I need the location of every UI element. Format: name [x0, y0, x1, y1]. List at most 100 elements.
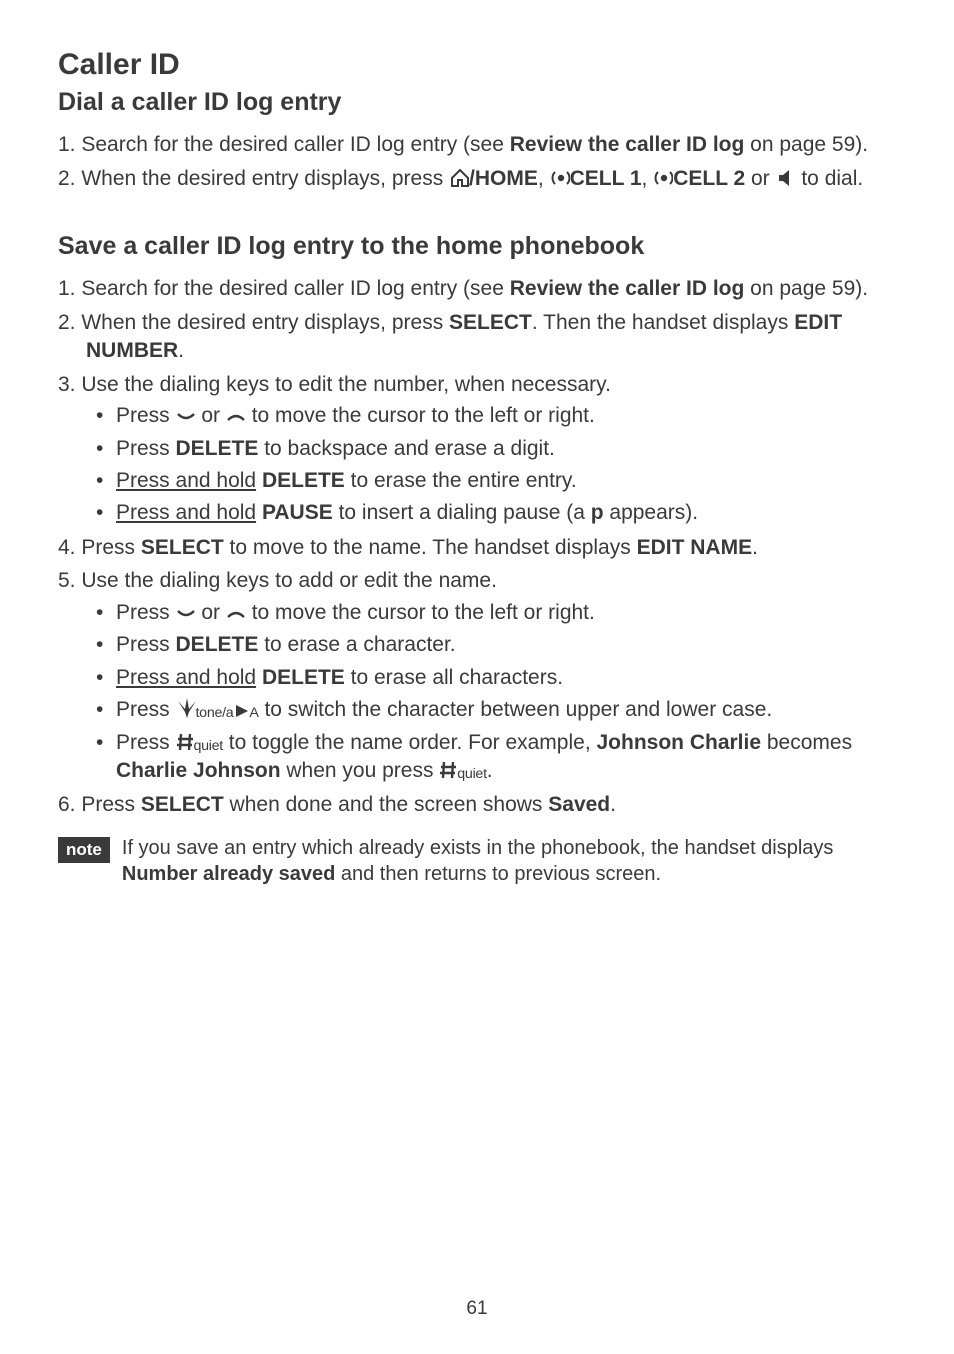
section2-heading: Save a caller ID log entry to the home p…	[58, 232, 896, 261]
list-item: 6. Press SELECT when done and the screen…	[58, 791, 896, 819]
text: When the desired entry displays, press	[81, 311, 449, 334]
list-item: 4. Press SELECT to move to the name. The…	[58, 534, 896, 562]
text: to move the cursor to the left or right.	[246, 404, 595, 427]
bold: DELETE	[262, 469, 345, 492]
list-item: 2. When the desired entry displays, pres…	[58, 165, 896, 193]
text: Search for the desired caller ID log ent…	[81, 133, 509, 156]
text: . Then the handset displays	[532, 311, 794, 334]
bold: Review the caller ID log	[510, 277, 745, 300]
text: Press	[81, 793, 141, 816]
text: Use the dialing keys to edit the number,…	[81, 373, 611, 396]
chevron-down-icon	[176, 410, 196, 424]
bold: PAUSE	[262, 501, 333, 524]
section2-list: 1. Search for the desired caller ID log …	[58, 275, 896, 818]
text: appears).	[604, 501, 699, 524]
item-number: 2.	[58, 167, 76, 190]
list-item: Press or to move the cursor to the left …	[86, 402, 896, 430]
bold: Saved	[548, 793, 610, 816]
list-item: Press or to move the cursor to the left …	[86, 599, 896, 627]
text: .	[610, 793, 616, 816]
section1-list: 1. Search for the desired caller ID log …	[58, 131, 896, 192]
text: If you save an entry which already exist…	[122, 837, 834, 859]
underline: Press and hold	[116, 469, 256, 492]
text: or	[196, 404, 226, 427]
list-item: 2. When the desired entry displays, pres…	[58, 309, 896, 364]
text: to erase the entire entry.	[345, 469, 577, 492]
speaker-icon	[776, 167, 796, 187]
text: on page 59).	[744, 277, 868, 300]
text: .	[752, 536, 758, 559]
text: to switch the character between upper an…	[259, 698, 773, 721]
bold: Charlie Johnson	[116, 759, 281, 782]
play-icon	[233, 702, 249, 718]
text: ,	[642, 167, 654, 190]
item-number: 5.	[58, 569, 76, 592]
text: Press	[116, 698, 176, 721]
list-item: 1. Search for the desired caller ID log …	[58, 131, 896, 159]
chevron-up-icon	[226, 410, 246, 424]
text: .	[487, 759, 493, 782]
page-number: 61	[0, 1298, 954, 1320]
text: to move the cursor to the left or right.	[246, 601, 595, 624]
page-title: Caller ID	[58, 48, 896, 82]
text: when you press	[281, 759, 440, 782]
subscript: A	[249, 705, 258, 721]
text: Press	[116, 633, 176, 656]
underline: Press and hold	[116, 501, 256, 524]
bold: Number already saved	[122, 863, 335, 885]
text: to erase all characters.	[345, 666, 563, 689]
text: ,	[538, 167, 550, 190]
bold: DELETE	[176, 633, 259, 656]
hash-icon	[439, 759, 457, 779]
sublist: Press or to move the cursor to the left …	[86, 599, 896, 785]
bold: /HOME	[469, 167, 538, 190]
bold: DELETE	[262, 666, 345, 689]
cell-icon	[550, 167, 570, 187]
chevron-up-icon	[226, 607, 246, 621]
list-item: Press and hold PAUSE to insert a dialing…	[86, 499, 896, 527]
text: to backspace and erase a digit.	[258, 437, 555, 460]
text: or	[196, 601, 226, 624]
bold: DELETE	[176, 437, 259, 460]
text: when done and the screen shows	[224, 793, 549, 816]
subscript: quiet	[457, 766, 486, 782]
list-item: Press DELETE to backspace and erase a di…	[86, 435, 896, 463]
text: on page 59).	[744, 133, 868, 156]
star-icon	[176, 696, 196, 718]
text: Use the dialing keys to add or edit the …	[81, 569, 497, 592]
note-block: note If you save an entry which already …	[58, 835, 896, 887]
section1-heading: Dial a caller ID log entry	[58, 88, 896, 117]
item-number: 1.	[58, 277, 76, 300]
text: Search for the desired caller ID log ent…	[81, 277, 509, 300]
item-number: 6.	[58, 793, 76, 816]
text: Press	[81, 536, 141, 559]
list-item: 1. Search for the desired caller ID log …	[58, 275, 896, 303]
chevron-down-icon	[176, 607, 196, 621]
note-text: If you save an entry which already exist…	[122, 835, 896, 887]
item-number: 1.	[58, 133, 76, 156]
item-number: 4.	[58, 536, 76, 559]
hash-icon	[176, 731, 194, 751]
bold: Johnson Charlie	[597, 731, 762, 754]
text: becomes	[761, 731, 852, 754]
bold: SELECT	[141, 536, 224, 559]
home-icon	[449, 167, 469, 187]
list-item: 5. Use the dialing keys to add or edit t…	[58, 567, 896, 785]
bold: p	[591, 501, 604, 524]
sublist: Press or to move the cursor to the left …	[86, 402, 896, 527]
text: or	[745, 167, 775, 190]
bold: SELECT	[449, 311, 532, 334]
text: .	[178, 339, 184, 362]
bold: SELECT	[141, 793, 224, 816]
text: to dial.	[796, 167, 864, 190]
text: Press	[116, 404, 176, 427]
subscript: quiet	[194, 738, 223, 754]
bold: CELL 2	[673, 167, 745, 190]
list-item: Press and hold DELETE to erase the entir…	[86, 467, 896, 495]
list-item: Press tone/aA to switch the character be…	[86, 696, 896, 724]
list-item: Press quiet to toggle the name order. Fo…	[86, 729, 896, 786]
bold: CELL 1	[570, 167, 642, 190]
text: Press	[116, 731, 176, 754]
note-badge: note	[58, 837, 110, 863]
bold: Review the caller ID log	[510, 133, 745, 156]
